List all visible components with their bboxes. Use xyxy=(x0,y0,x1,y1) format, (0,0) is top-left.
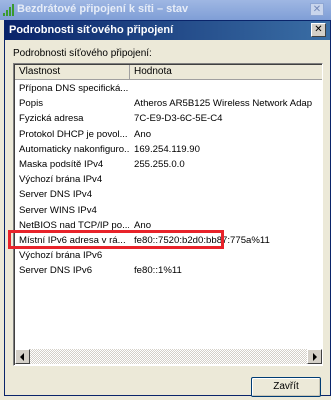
column-header-value[interactable]: Hodnota xyxy=(130,65,322,80)
property-cell: Automaticky nakonfiguro... xyxy=(19,143,129,155)
property-cell: Server DNS IPv4 xyxy=(19,189,93,201)
value-cell: 255.255.0.0 xyxy=(134,158,185,170)
parent-titlebar: Bezdrátové připojení k síti – stav ✕ xyxy=(0,0,331,20)
value-cell: 7C-E9-D3-6C-5E-C4 xyxy=(134,113,223,125)
scroll-left-button[interactable] xyxy=(15,349,30,364)
parent-window-title: Bezdrátové připojení k síti – stav xyxy=(17,3,189,15)
list-rows: Přípona DNS specifická... Popis Atheros … xyxy=(15,81,322,278)
value-cell: Ano xyxy=(134,128,152,140)
parent-close-button[interactable]: ✕ xyxy=(310,3,324,16)
list-item[interactable]: Místní IPv6 adresa v rá... fe80::7520:b2… xyxy=(15,233,322,248)
details-listview[interactable]: Vlastnost Hodnota Přípona DNS specifická… xyxy=(13,63,323,366)
list-header: Vlastnost Hodnota xyxy=(15,65,322,80)
property-cell: Výchozí brána IPv6 xyxy=(19,250,103,262)
dialog-titlebar[interactable]: Podrobnosti síťového připojení ✕ xyxy=(5,21,330,40)
dialog-close-button[interactable]: ✕ xyxy=(311,23,326,37)
list-item[interactable]: Server WINS IPv4 xyxy=(15,203,322,218)
property-cell: Místní IPv6 adresa v rá... xyxy=(19,234,126,246)
scroll-left-arrow-icon xyxy=(20,353,24,361)
property-cell: Přípona DNS specifická... xyxy=(19,83,129,94)
list-item[interactable]: NetBIOS nad TCP/IP po... Ano xyxy=(15,218,322,233)
value-cell: fe80::1%11 xyxy=(134,265,182,277)
value-cell: Ano xyxy=(134,219,152,231)
property-cell: NetBIOS nad TCP/IP po... xyxy=(19,219,129,231)
scroll-track[interactable] xyxy=(30,349,307,364)
value-cell: 169.254.119.90 xyxy=(134,143,200,155)
property-cell: Server WINS IPv4 xyxy=(19,204,97,216)
list-item[interactable]: Výchozí brána IPv6 xyxy=(15,248,322,263)
close-icon: ✕ xyxy=(312,4,322,15)
property-cell: Fyzická adresa xyxy=(19,113,84,125)
value-cell: fe80::7520:b2d0:bb87:775a%11 xyxy=(134,234,270,246)
scroll-right-arrow-icon xyxy=(313,353,317,361)
property-cell: Protokol DHCP je povol... xyxy=(19,128,128,140)
scroll-right-button[interactable] xyxy=(307,349,322,364)
list-item[interactable]: Výchozí brána IPv4 xyxy=(15,172,322,187)
dialog-title: Podrobnosti síťového připojení xyxy=(9,24,174,36)
signal-bars-icon xyxy=(3,4,14,16)
list-item[interactable]: Server DNS IPv4 xyxy=(15,187,322,202)
property-cell: Server DNS IPv6 xyxy=(19,265,93,277)
list-item[interactable]: Popis Atheros AR5B125 Wireless Network A… xyxy=(15,96,322,111)
column-header-property[interactable]: Vlastnost xyxy=(15,65,130,80)
property-cell: Maska podsítě IPv4 xyxy=(19,158,104,170)
details-dialog: Podrobnosti síťového připojení ✕ Podrobn… xyxy=(4,20,331,397)
list-item[interactable]: Server DNS IPv6 fe80::1%11 xyxy=(15,263,322,278)
close-dialog-button[interactable]: Zavřít xyxy=(251,377,321,397)
list-item[interactable]: Automaticky nakonfiguro... 169.254.119.9… xyxy=(15,142,322,157)
value-cell: Atheros AR5B125 Wireless Network Adap xyxy=(134,98,313,110)
horizontal-scrollbar[interactable] xyxy=(15,349,322,364)
property-cell: Popis xyxy=(19,98,43,110)
list-item[interactable]: Protokol DHCP je povol... Ano xyxy=(15,127,322,142)
section-label: Podrobnosti síťového připojení: xyxy=(13,48,152,59)
list-item[interactable]: Maska podsítě IPv4 255.255.0.0 xyxy=(15,157,322,172)
list-item[interactable]: Fyzická adresa 7C-E9-D3-6C-5E-C4 xyxy=(15,111,322,126)
list-item[interactable]: Přípona DNS specifická... xyxy=(15,81,322,96)
close-icon: ✕ xyxy=(314,24,323,35)
property-cell: Výchozí brána IPv4 xyxy=(19,174,103,186)
